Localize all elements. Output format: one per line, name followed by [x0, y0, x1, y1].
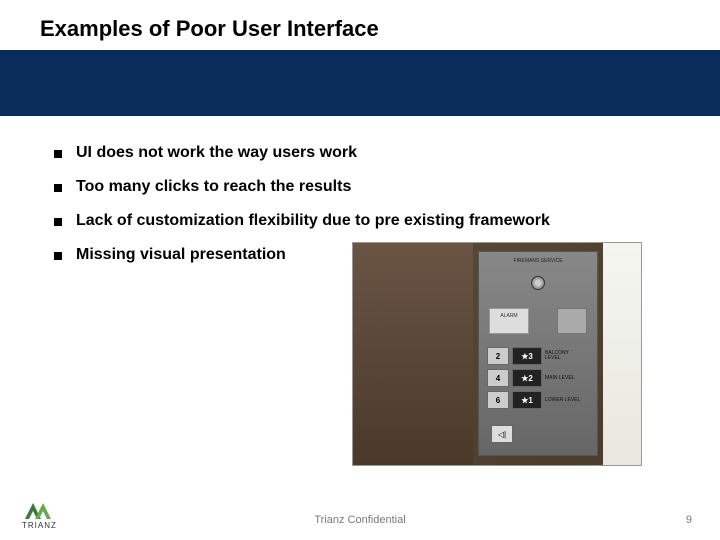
- image-wall-right: [603, 243, 641, 465]
- panel-speaker: [557, 308, 587, 334]
- bullet-text: UI does not work the way users work: [76, 144, 357, 162]
- logo: TRIANZ: [22, 503, 57, 530]
- example-image: FIREMANS SERVICE ALARM 2 ★3 BALCONY LEVE…: [352, 242, 642, 466]
- row-label: BALCONY LEVEL: [545, 351, 583, 361]
- image-wood-left: [353, 243, 473, 465]
- bullet-text: Lack of customization flexibility due to…: [76, 212, 550, 230]
- bullet-item: Too many clicks to reach the results: [54, 178, 680, 196]
- row-label: MAIN LEVEL: [545, 376, 583, 381]
- floor-button: 2: [487, 347, 509, 365]
- slide-title: Examples of Poor User Interface: [0, 0, 720, 50]
- bullet-item: Lack of customization flexibility due to…: [54, 212, 680, 230]
- floor-button-dark: ★2: [512, 369, 542, 387]
- slide: Examples of Poor User Interface UI does …: [0, 0, 720, 540]
- bullet-text: Too many clicks to reach the results: [76, 178, 351, 196]
- button-row: 2 ★3 BALCONY LEVEL: [487, 347, 589, 365]
- elevator-panel: FIREMANS SERVICE ALARM 2 ★3 BALCONY LEVE…: [478, 251, 598, 456]
- panel-top-label: FIREMANS SERVICE: [513, 258, 562, 264]
- square-bullet-icon: [54, 184, 62, 192]
- bullet-text: Missing visual presentation: [76, 246, 286, 264]
- key-switch-icon: [531, 276, 545, 290]
- square-bullet-icon: [54, 150, 62, 158]
- button-cluster: 2 ★3 BALCONY LEVEL 4 ★2 MAIN LEVEL 6 ★1 …: [487, 347, 589, 413]
- door-open-button: ◁|: [491, 425, 513, 443]
- button-row: 6 ★1 LOWER LEVEL: [487, 391, 589, 409]
- square-bullet-icon: [54, 252, 62, 260]
- alarm-label: ALARM: [489, 308, 529, 334]
- floor-button-dark: ★1: [512, 391, 542, 409]
- floor-button: 6: [487, 391, 509, 409]
- logo-icon: [25, 503, 53, 519]
- bullet-item: UI does not work the way users work: [54, 144, 680, 162]
- page-number: 9: [686, 514, 692, 526]
- row-label: LOWER LEVEL: [545, 398, 583, 403]
- button-row: 4 ★2 MAIN LEVEL: [487, 369, 589, 387]
- floor-button: 4: [487, 369, 509, 387]
- logo-text: TRIANZ: [22, 521, 57, 530]
- square-bullet-icon: [54, 218, 62, 226]
- footer: TRIANZ Trianz Confidential 9: [0, 490, 720, 540]
- header-band: [0, 50, 720, 116]
- footer-confidential: Trianz Confidential: [314, 514, 405, 526]
- floor-button-dark: ★3: [512, 347, 542, 365]
